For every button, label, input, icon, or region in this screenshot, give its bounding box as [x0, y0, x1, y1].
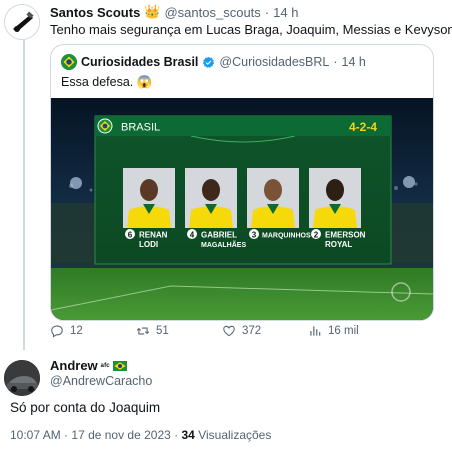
- tweet-text: Tenho mais segurança em Lucas Braga, Joa…: [50, 22, 452, 37]
- lineup-graphic-image[interactable]: BRASIL 4-2-4 6 RENAN LODI 4 GABRIEL MAGA…: [51, 98, 433, 320]
- verified-badge-icon: [203, 56, 215, 68]
- player-last-name: ROYAL: [325, 240, 352, 249]
- quoted-tweet[interactable]: Curiosidades Brasil @CuriosidadesBRL · 1…: [50, 44, 434, 321]
- player-first-name: MARQUINHOS: [262, 233, 311, 240]
- reply-text: Só por conta do Joaquim: [10, 400, 161, 415]
- reply-author-handle[interactable]: @AndrewCaracho: [50, 374, 152, 388]
- tweet-time[interactable]: 14 h: [273, 5, 298, 20]
- quote-time[interactable]: 14 h: [342, 55, 366, 69]
- player-number: 6: [128, 231, 133, 240]
- quote-author-name[interactable]: Curiosidades Brasil: [81, 55, 198, 69]
- thread-line: [23, 38, 25, 350]
- quote-author-handle[interactable]: @CuriosidadesBRL: [219, 55, 329, 69]
- reply-views-label: Visualizações: [198, 428, 272, 442]
- author-handle[interactable]: @santos_scouts: [164, 5, 260, 20]
- brazil-flag-icon: [97, 118, 113, 134]
- quote-header: Curiosidades Brasil @CuriosidadesBRL · 1…: [61, 54, 366, 70]
- brazil-flag-icon: [112, 360, 127, 371]
- like-icon: [223, 325, 235, 337]
- player-first-name: EMERSON: [325, 231, 366, 240]
- reply-icon: [51, 325, 63, 338]
- like-count: 372: [242, 325, 262, 337]
- player-card: 2 EMERSON ROYAL: [309, 168, 366, 249]
- views-count: 16 mil: [328, 325, 359, 337]
- tweet-actions: 12 51 372 16 mil: [50, 322, 434, 342]
- avatar-santos-scouts[interactable]: [4, 4, 40, 40]
- reply-author-name[interactable]: Andrew: [50, 358, 98, 373]
- separator: ·: [64, 428, 69, 442]
- tweet-header: Santos Scouts 👑 @santos_scouts · 14 h: [50, 4, 298, 20]
- crown-emoji: 👑: [144, 4, 161, 19]
- player-number: 4: [190, 231, 195, 240]
- reply-meta: 10:07 AM · 17 de nov de 2023 · 34 Visual…: [10, 428, 271, 442]
- reply-button[interactable]: 12: [50, 324, 83, 338]
- reply-time[interactable]: 10:07 AM: [10, 428, 61, 442]
- retweet-icon: [136, 327, 150, 335]
- reply-views-count: 34: [181, 428, 195, 442]
- player-first-name: RENAN: [139, 231, 168, 240]
- separator: ·: [264, 4, 270, 20]
- separator: ·: [333, 55, 338, 69]
- like-button[interactable]: 372: [222, 324, 261, 338]
- player-first-name: GABRIEL: [201, 231, 237, 240]
- team-name: BRASIL: [121, 122, 160, 134]
- views-button[interactable]: 16 mil: [308, 324, 359, 338]
- player-number: 3: [252, 231, 257, 240]
- author-name[interactable]: Santos Scouts: [50, 5, 140, 20]
- retweet-count: 51: [156, 325, 169, 337]
- separator: ·: [174, 428, 179, 442]
- lineup-graphic: BRASIL 4-2-4 6 RENAN LODI 4 GABRIEL MAGA…: [51, 98, 433, 320]
- reply-count: 12: [70, 325, 83, 337]
- views-icon: [310, 326, 321, 336]
- player-card: 6 RENAN LODI: [123, 168, 175, 249]
- reply-date[interactable]: 17 de nov de 2023: [71, 428, 170, 442]
- retweet-button[interactable]: 51: [136, 324, 169, 338]
- quote-avatar[interactable]: [61, 54, 77, 70]
- player-last-name: LODI: [139, 240, 158, 249]
- reply-author-suffix: ᵃᶠᶜ: [100, 360, 110, 371]
- player-last-name: MAGALHÃES: [201, 240, 246, 249]
- reply-header: Andrew ᵃᶠᶜ: [50, 358, 127, 373]
- player-number: 2: [314, 231, 319, 240]
- avatar-andrew[interactable]: [4, 360, 40, 396]
- quote-text: Essa defesa. 😱: [61, 75, 153, 89]
- formation: 4-2-4: [349, 120, 377, 134]
